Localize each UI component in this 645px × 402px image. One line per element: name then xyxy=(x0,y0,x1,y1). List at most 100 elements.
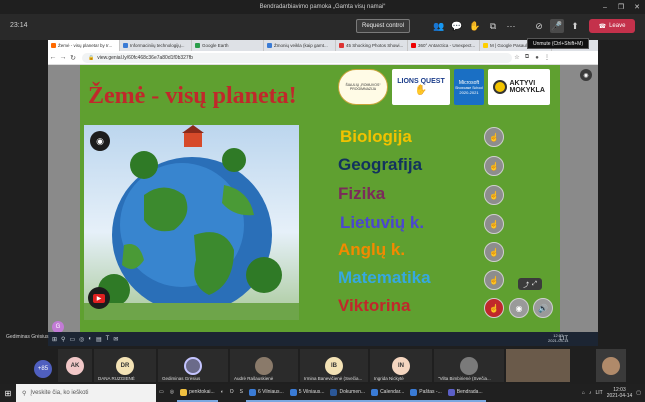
hand-pointer-icon[interactable]: ☝ xyxy=(484,156,504,176)
participant-tile[interactable]: AK xyxy=(58,349,92,382)
taskbar-app[interactable]: Bendrada... xyxy=(444,384,486,402)
taskbar-clock[interactable]: 12:03 2021-04-14 xyxy=(607,387,633,399)
tab-favicon-icon xyxy=(195,43,200,48)
start-icon: ⊞ xyxy=(52,336,58,343)
share-icon: ⤴ xyxy=(523,282,530,289)
subject-lietuviu[interactable]: Lietuvių k. xyxy=(340,213,424,233)
volume-icon[interactable]: ♪ xyxy=(589,390,592,396)
address-bar[interactable]: 🔒 view.genial.ly/60fc468c36e7a80d1f0b327… xyxy=(82,52,512,63)
lang-indicator[interactable]: LIT xyxy=(595,390,602,396)
tab-favicon-icon xyxy=(123,43,128,48)
taskbar-app[interactable]: Dokumen... xyxy=(327,384,369,402)
breakout-rooms-icon[interactable]: ⧉ xyxy=(486,19,500,33)
participant-tile[interactable]: Gediminas Grėsius xyxy=(158,349,228,382)
chrome-icon[interactable]: ◎ xyxy=(167,384,177,402)
edge-icon[interactable]: ◐ xyxy=(218,384,227,402)
school-logo: ŠIAULIŲ „ROMUVOS“ PROGIMNAZIJA xyxy=(338,69,388,105)
teams-icon: T xyxy=(105,336,110,342)
windows-start-icon[interactable]: ⊞ xyxy=(0,384,16,402)
browser-tab[interactable]: 360° Antarctica - Unexpect... xyxy=(408,40,480,51)
subject-fizika[interactable]: Fizika xyxy=(338,184,385,204)
close-button[interactable]: ✕ xyxy=(629,0,645,14)
raise-hand-icon[interactable]: ✋ xyxy=(468,19,482,33)
menu-icon[interactable]: ⋮ xyxy=(542,54,552,61)
participant-tile[interactable]: IN Ingrida Nickytė xyxy=(370,349,432,382)
system-tray: ⌂ ♪ LIT 12:03 2021-04-14 ▢ xyxy=(582,384,641,402)
taskbar-app[interactable]: 5 Vilniaus... xyxy=(286,384,328,402)
subject-matematika[interactable]: Matematika xyxy=(338,268,431,288)
participants-icon[interactable]: 👥 xyxy=(432,19,446,33)
taskbar-app[interactable]: Calendar... xyxy=(368,384,408,402)
star-icon[interactable]: ☆ xyxy=(512,54,522,61)
video-thumbnail[interactable] xyxy=(506,349,570,382)
subject-viktorina[interactable]: Viktorina xyxy=(338,296,410,316)
more-participants-badge[interactable]: +85 xyxy=(34,360,52,378)
participant-tile[interactable]: Audrė Rašauskienė xyxy=(230,349,298,382)
notifications-icon[interactable]: ▢ xyxy=(636,390,641,396)
hand-pointer-icon[interactable]: ☝ xyxy=(484,270,504,290)
hand-pointer-icon[interactable]: ☝ xyxy=(484,214,504,234)
shared-taskbar: ⊞ ⚲ ▭ ◎ ◐ ▤ T ✉ LIT xyxy=(48,332,598,346)
browser-tabs: Žemė - visų planeta! by Ir... Informacin… xyxy=(48,40,598,51)
hand-pointer-icon[interactable]: ☝ xyxy=(484,185,504,205)
earth-illustration xyxy=(84,125,299,320)
browser-tab[interactable]: Žemė - visų planeta! by Ir... xyxy=(48,40,120,51)
more-actions-icon[interactable]: ⋯ xyxy=(504,19,518,33)
earth-image[interactable]: ◉ ▶ xyxy=(84,125,299,320)
eye-icon[interactable]: ◉ xyxy=(509,298,529,318)
task-view-icon[interactable]: ▭ xyxy=(156,384,167,402)
sun-icon xyxy=(492,80,507,94)
speaker-icon[interactable]: 🔊 xyxy=(533,298,553,318)
share-tray-icon[interactable]: ⬆ xyxy=(568,19,582,33)
window-title: Bendradarbiavimo pamoka „Gamta visų nama… xyxy=(0,0,645,14)
presenter-name: Gediminas Grėsius xyxy=(6,334,49,340)
browser-tab[interactable]: Google Earth xyxy=(192,40,264,51)
self-video-thumbnail[interactable] xyxy=(596,349,626,382)
reload-icon[interactable]: ↻ xyxy=(68,54,78,62)
shared-browser-window: Žemė - visų planeta! by Ir... Informacin… xyxy=(48,40,598,340)
mail-icon: ✉ xyxy=(113,336,119,343)
forward-icon[interactable]: → xyxy=(58,54,68,61)
request-control-button[interactable]: Request control xyxy=(356,19,410,33)
mic-muted-icon[interactable]: 🎤 xyxy=(550,19,564,33)
camera-off-icon[interactable]: ⊘ xyxy=(532,19,546,33)
eye-icon[interactable]: ◉ xyxy=(90,131,110,151)
subject-anglu[interactable]: Anglų k. xyxy=(338,240,405,260)
maximize-button[interactable]: ❐ xyxy=(613,0,629,14)
participant-tile[interactable]: "Vilta Bimbirienė (Svečia... xyxy=(434,349,504,382)
youtube-button[interactable]: ▶ xyxy=(88,287,110,309)
search-icon: ⚲ xyxy=(22,390,27,397)
participant-tile[interactable]: IB Irmina Banevičienė (Svečia... xyxy=(300,349,368,382)
browser-tab[interactable]: 45 Shocking Photos Showi... xyxy=(336,40,408,51)
subject-biologija[interactable]: Biologija xyxy=(340,127,412,147)
browser-tab[interactable]: Žmonių veikla (kaip gamt... xyxy=(264,40,336,51)
taskbar-app[interactable]: 6 Vilniaus... xyxy=(245,384,287,402)
hand-pointer-icon[interactable]: ☝ xyxy=(484,298,504,318)
minimize-button[interactable]: – xyxy=(597,0,613,14)
hand-pointer-icon[interactable]: ☝ xyxy=(484,127,504,147)
extension-icon[interactable]: ⧉ xyxy=(522,54,532,61)
outlook-icon[interactable]: O xyxy=(227,384,237,402)
participant-tile[interactable]: DR DANA RUZGIENĖ xyxy=(94,349,156,382)
taskbar-app-label: 5 Vilniaus... xyxy=(298,389,325,395)
fullscreen-share-controls[interactable]: ⤴ ⤢ xyxy=(518,278,542,290)
hand-pointer-icon[interactable]: ☝ xyxy=(484,242,504,262)
chat-icon[interactable]: 💬 xyxy=(450,19,464,33)
profile-icon[interactable]: ● xyxy=(532,55,542,61)
avatar: IB xyxy=(325,356,343,375)
lock-icon: 🔒 xyxy=(88,54,95,61)
avatar: DR xyxy=(116,356,134,375)
subject-geografija[interactable]: Geografija xyxy=(338,155,422,175)
back-icon[interactable]: ← xyxy=(48,54,58,61)
inner-date: 2021-04-14 xyxy=(548,338,569,343)
address-row: ← → ↻ 🔒 view.genial.ly/60fc468c36e7a80d1… xyxy=(48,51,598,65)
user-profile-icon[interactable]: ◉ xyxy=(580,69,592,81)
taskbar-app[interactable]: Paštas -... xyxy=(407,384,445,402)
network-icon[interactable]: ⌂ xyxy=(582,390,585,396)
avatar xyxy=(255,356,273,375)
taskbar-search[interactable]: ⚲ Įveskite čia, ko ieškoti xyxy=(16,384,156,402)
taskbar-app[interactable]: penktokai... xyxy=(177,384,218,402)
skype-icon[interactable]: S xyxy=(237,384,246,402)
leave-button[interactable]: ☎ Leave xyxy=(589,19,635,33)
browser-tab[interactable]: Informaciniių technologijų... xyxy=(120,40,192,51)
